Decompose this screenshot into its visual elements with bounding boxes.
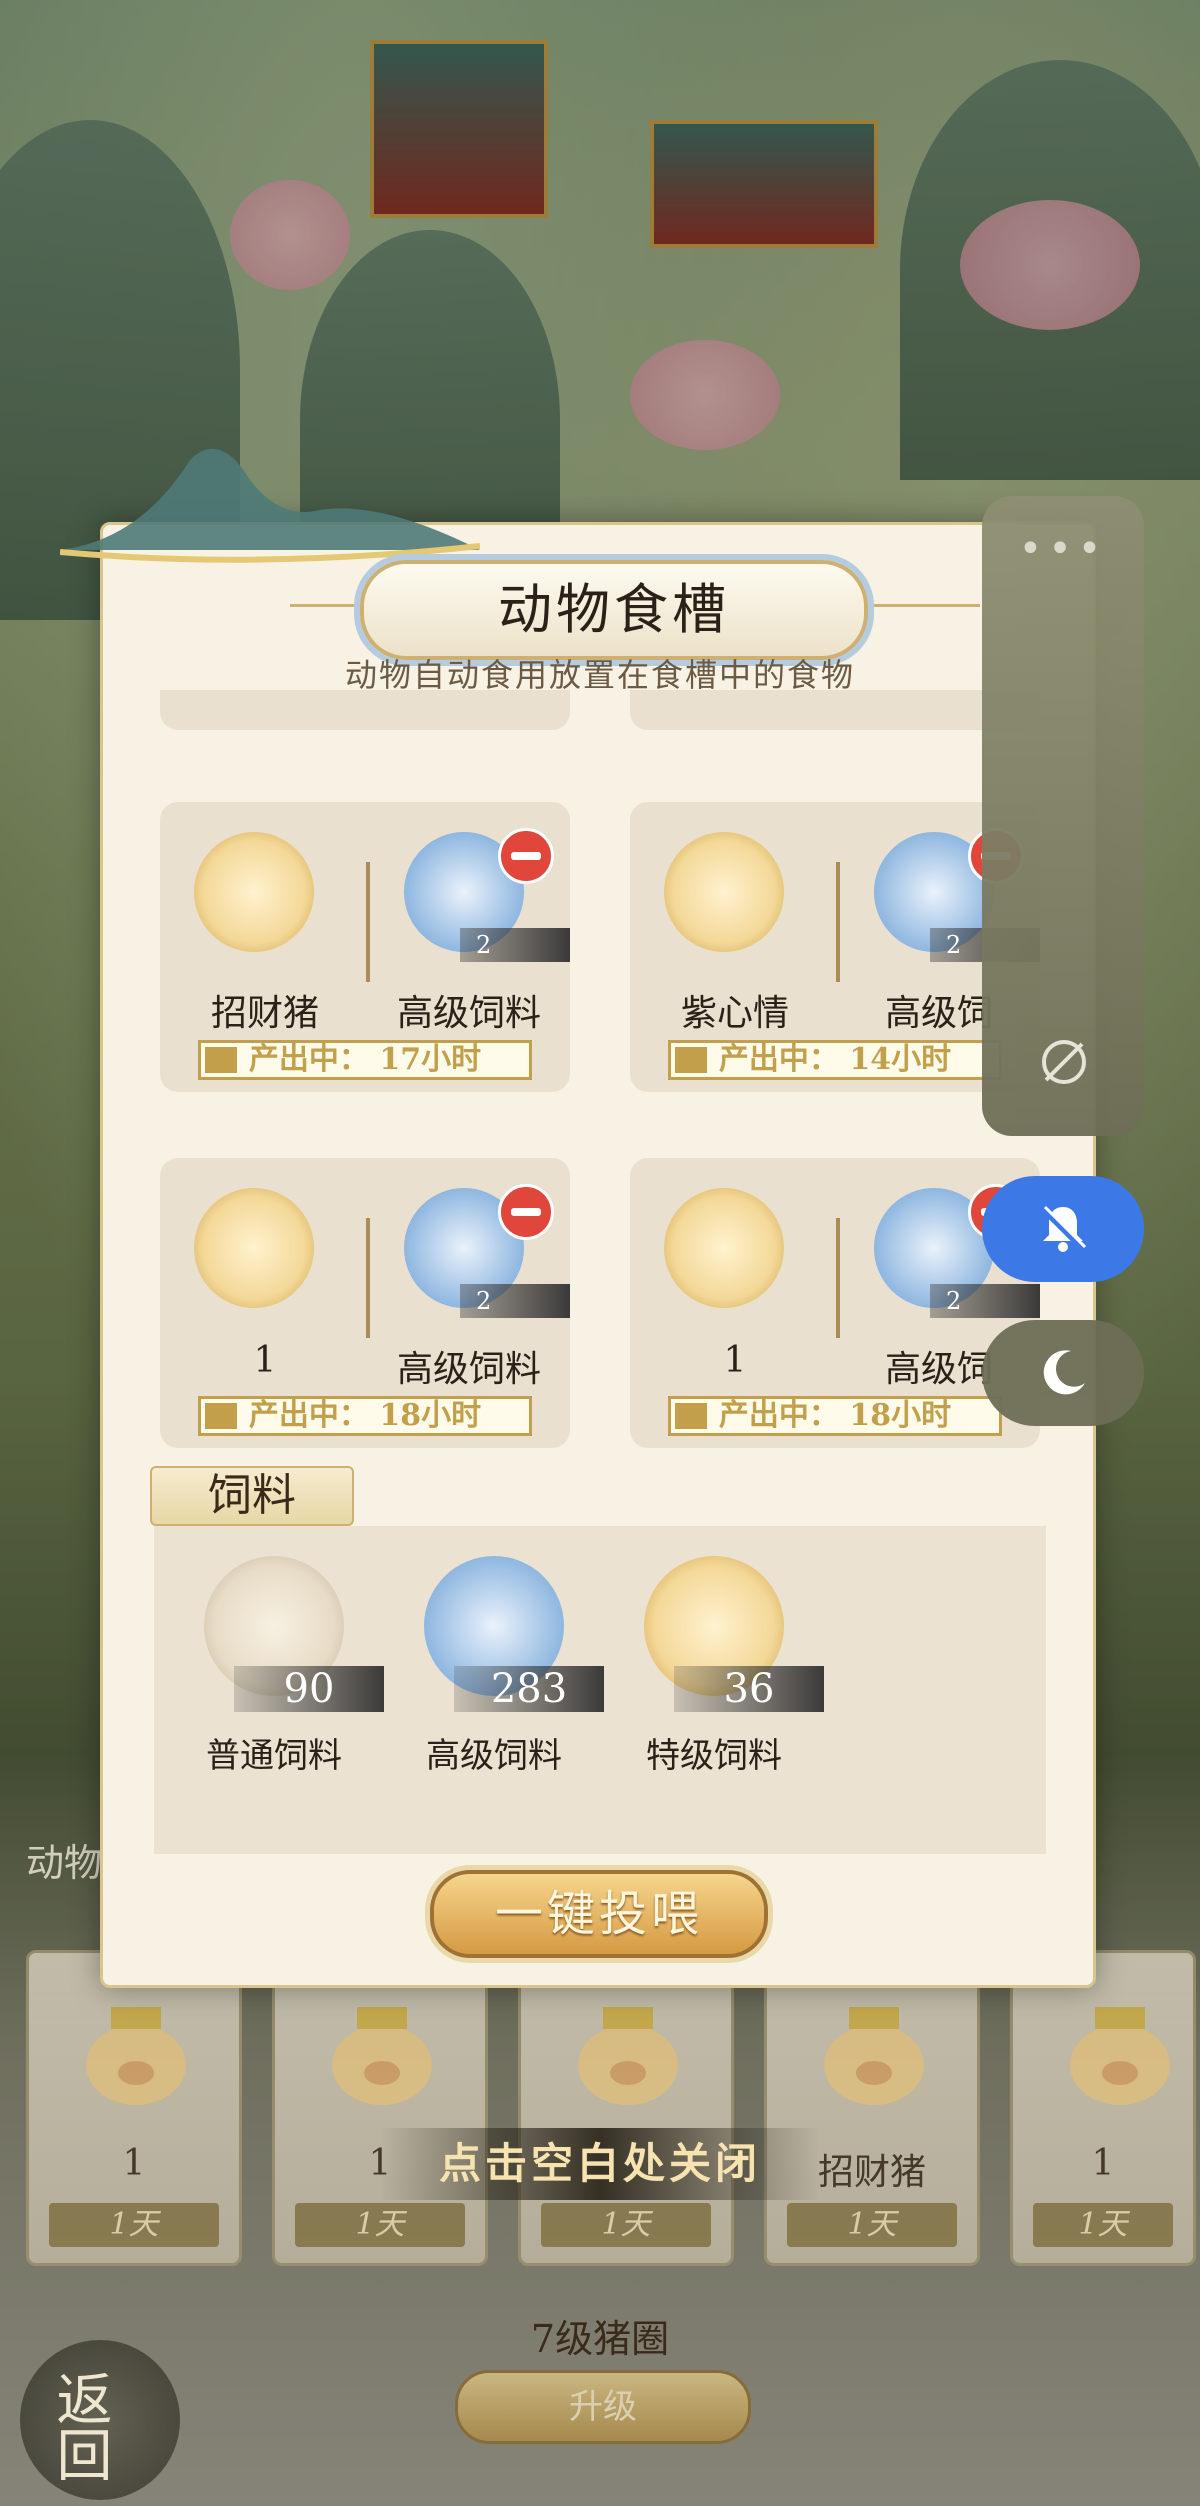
feed-all-button[interactable]: 一键投喂 (430, 1870, 768, 1958)
rotation-lock-icon[interactable] (1038, 1036, 1090, 1088)
more-icon[interactable]: ••• (982, 526, 1144, 572)
pig-icon (194, 832, 314, 952)
production-status: 产出中： 14小时 (668, 1040, 1002, 1080)
animal-name: 紫心情 (680, 993, 789, 1034)
slot-days: 1天 (295, 2203, 465, 2247)
animal-name: 1 (723, 1340, 747, 1381)
pig-icon (332, 2007, 432, 2105)
dark-mode-button[interactable] (982, 1320, 1144, 1426)
enclosure-slot[interactable]: 1 1天 (272, 1950, 488, 2266)
slot-days: 1天 (541, 2203, 711, 2247)
production-status: 产出中： 18小时 (198, 1396, 532, 1436)
feed-item[interactable]: 90 普通饲料 (174, 1556, 384, 1816)
feed-item-count: 36 (674, 1666, 824, 1712)
card-divider (836, 862, 840, 982)
mountain-decoration (60, 448, 480, 563)
remove-feed-button[interactable] (498, 1184, 554, 1240)
slot-days: 1天 (1033, 2203, 1173, 2247)
upgrade-button[interactable]: 升级 (455, 2370, 751, 2444)
animal-name: 1 (253, 1340, 277, 1381)
card-divider (366, 862, 370, 982)
card-divider (836, 1218, 840, 1338)
feed-item[interactable]: 283 高级饲料 (394, 1556, 604, 1816)
modal-title: 动物食槽 (498, 578, 730, 641)
feed-item-count: 90 (234, 1666, 384, 1712)
pen-level-text: 7级猪圈 (530, 2317, 670, 2361)
enclosure-slot[interactable]: 招财猪 1天 (764, 1950, 980, 2266)
animal-name: 招财猪 (210, 993, 319, 1034)
trough-card[interactable]: 2 招财猪 高级饲料 产出中： 17小时 (160, 802, 570, 1092)
slot-animal-name: 1 (122, 2143, 146, 2184)
enclosure-slot[interactable]: 1 1天 (26, 1950, 242, 2266)
floating-system-panel[interactable]: ••• (982, 496, 1144, 1136)
pig-icon (1070, 2007, 1170, 2105)
close-hint: 点击空白处关闭 (380, 2128, 820, 2200)
enclosure-slot[interactable]: 1天 (518, 1950, 734, 2266)
production-status: 产出中： 17小时 (198, 1040, 532, 1080)
trough-card[interactable]: 2 紫心情 高级饲 产出中： 14小时 (630, 802, 1040, 1092)
production-text: 产出中： 18小时 (718, 1398, 952, 1433)
feed-section-title: 饲料 (208, 1470, 296, 1521)
title-plaque: 动物食槽 (360, 560, 868, 660)
trough-card-partial (630, 690, 1040, 730)
feed-all-label: 一键投喂 (494, 1886, 703, 1942)
title-divider-left (290, 604, 360, 607)
trough-card-partial (160, 690, 570, 730)
pig-icon (194, 1188, 314, 1308)
slot-animal-name: 1 (1091, 2143, 1115, 2184)
production-text: 产出中： 18小时 (248, 1398, 482, 1433)
feed-item[interactable]: 36 特级饲料 (614, 1556, 824, 1816)
title-divider-right (860, 604, 980, 607)
feed-inventory: 90 普通饲料 283 高级饲料 36 特级饲料 (154, 1526, 1046, 1854)
pig-icon (578, 2007, 678, 2105)
feed-count: 2 (460, 928, 570, 962)
moon-icon (1043, 1350, 1085, 1395)
feed-item-count: 283 (454, 1666, 604, 1712)
remove-feed-button[interactable] (498, 828, 554, 884)
trough-card[interactable]: 2 1 高级饲料 产出中： 18小时 (160, 1158, 570, 1448)
feed-count: 2 (930, 1284, 1040, 1318)
production-text: 产出中： 14小时 (718, 1042, 952, 1077)
slot-days: 1天 (787, 2203, 957, 2247)
production-status: 产出中： 18小时 (668, 1396, 1002, 1436)
bell-off-icon (1040, 1205, 1087, 1252)
feed-count: 2 (460, 1284, 570, 1318)
feed-section-header: 饲料 (150, 1466, 354, 1526)
side-label: 动物 (26, 1841, 103, 1885)
slot-days: 1天 (49, 2203, 219, 2247)
pig-icon (86, 2007, 186, 2105)
feed-name: 高级饲料 (396, 993, 541, 1034)
feed-item-name: 普通饲料 (206, 1736, 342, 1776)
enclosure-slot[interactable]: 1 1天 (1010, 1950, 1196, 2266)
back-button-label: 返回 (47, 2370, 112, 2482)
production-text: 产出中： 17小时 (248, 1042, 482, 1077)
pig-icon (824, 2007, 924, 2105)
trough-card[interactable]: 2 1 高级饲 产出中： 18小时 (630, 1158, 1040, 1448)
card-divider (366, 1218, 370, 1338)
pig-icon (664, 1188, 784, 1308)
feed-item-name: 高级饲料 (426, 1736, 562, 1776)
pig-icon (664, 832, 784, 952)
trough-list[interactable]: 2 招财猪 高级饲料 产出中： 17小时 2 紫心情 高级饲 产出中： 14小时… (160, 690, 1090, 1450)
feed-item-name: 特级饲料 (646, 1736, 782, 1776)
feed-name: 高级饲料 (396, 1349, 541, 1390)
mute-notifications-button[interactable] (982, 1176, 1144, 1282)
